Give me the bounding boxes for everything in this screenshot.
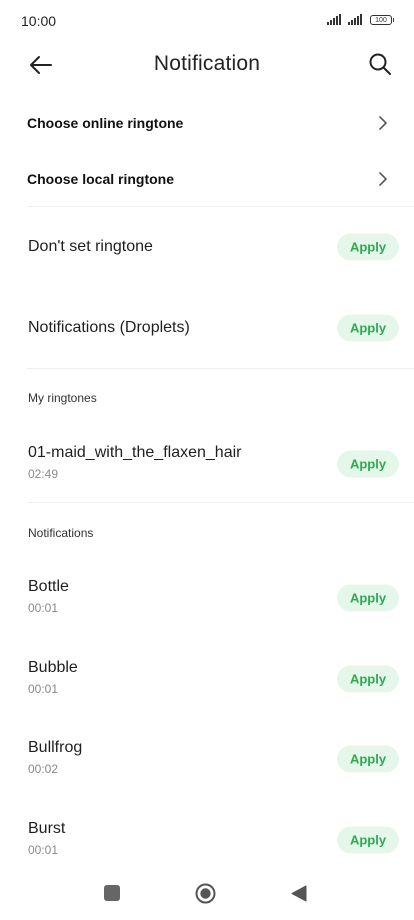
- square-icon[interactable]: [104, 885, 120, 901]
- signal-icon: [348, 14, 362, 25]
- chevron-right-icon: [379, 172, 387, 186]
- apply-button[interactable]: Apply: [337, 233, 399, 261]
- battery-icon: 100: [370, 14, 394, 25]
- ringtone-row[interactable]: Bullfrog 00:02 Apply: [0, 729, 414, 789]
- apply-button[interactable]: Apply: [337, 826, 399, 854]
- nav-label: Choose online ringtone: [27, 115, 184, 131]
- divider: [27, 206, 414, 207]
- page-title: Notification: [153, 52, 261, 75]
- divider: [27, 502, 414, 503]
- triangle-back-icon[interactable]: [290, 884, 308, 903]
- apply-button[interactable]: Apply: [337, 314, 399, 342]
- apply-button[interactable]: Apply: [337, 584, 399, 612]
- ringtone-duration: 00:02: [28, 762, 59, 776]
- ringtone-duration: 02:49: [28, 467, 59, 481]
- status-icons: 100: [327, 14, 394, 25]
- chevron-right-icon: [379, 116, 387, 130]
- section-header-my-ringtones: My ringtones: [28, 391, 97, 405]
- ringtone-duration: 00:01: [28, 843, 59, 857]
- ringtone-name: Don't set ringtone: [28, 238, 153, 255]
- apply-button[interactable]: Apply: [337, 450, 399, 478]
- ringtone-name: Bubble: [28, 659, 78, 676]
- ringtone-row[interactable]: Burst 00:01 Apply: [0, 810, 414, 870]
- ringtone-name: Burst: [28, 820, 66, 837]
- divider: [27, 368, 414, 369]
- ringtone-duration: 00:01: [28, 601, 59, 615]
- ringtone-row[interactable]: Bubble 00:01 Apply: [0, 649, 414, 709]
- section-header-notifications: Notifications: [28, 526, 94, 540]
- apply-button[interactable]: Apply: [337, 745, 399, 773]
- nav-label: Choose local ringtone: [27, 171, 175, 187]
- choose-local-ringtone-row[interactable]: Choose local ringtone: [0, 153, 414, 205]
- ringtone-row[interactable]: 01-maid_with_the_flaxen_hair 02:49 Apply: [0, 434, 414, 494]
- ringtone-name: 01-maid_with_the_flaxen_hair: [28, 444, 242, 461]
- ringtone-name: Bullfrog: [28, 739, 83, 756]
- choose-online-ringtone-row[interactable]: Choose online ringtone: [0, 97, 414, 149]
- ringtone-row[interactable]: Bottle 00:01 Apply: [0, 568, 414, 628]
- signal-icon: [327, 14, 341, 25]
- ringtone-name: Bottle: [28, 578, 69, 595]
- ringtone-name: Notifications (Droplets): [28, 319, 190, 336]
- apply-button[interactable]: Apply: [337, 665, 399, 693]
- circle-icon[interactable]: [195, 883, 216, 904]
- status-time: 10:00: [21, 13, 57, 29]
- ringtone-row[interactable]: Don't set ringtone Apply: [0, 217, 414, 277]
- search-icon[interactable]: [368, 52, 392, 76]
- ringtone-duration: 00:01: [28, 682, 59, 696]
- ringtone-row[interactable]: Notifications (Droplets) Apply: [0, 298, 414, 358]
